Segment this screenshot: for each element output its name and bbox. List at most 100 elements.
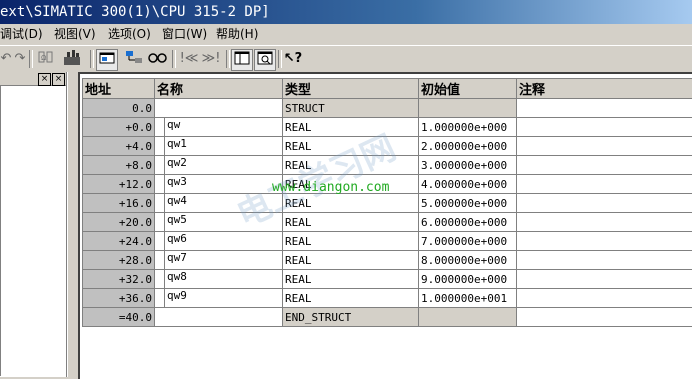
- table-row[interactable]: +4.0qw1REAL2.000000e+000: [83, 137, 692, 156]
- cell-type[interactable]: REAL: [283, 156, 419, 175]
- breakpoint-prev-icon[interactable]: !≪: [178, 49, 200, 69]
- toolbar-separator: [29, 50, 33, 68]
- cell-type[interactable]: REAL: [283, 175, 419, 194]
- cell-type[interactable]: REAL: [283, 118, 419, 137]
- cell-initial-value[interactable]: 5.000000e+000: [419, 194, 517, 213]
- cell-address[interactable]: +28.0: [83, 251, 155, 270]
- cell-name[interactable]: qw6: [155, 232, 283, 251]
- variable-name-text: qw: [167, 118, 180, 131]
- cell-comment[interactable]: [517, 156, 692, 175]
- cell-initial-value[interactable]: 2.000000e+000: [419, 137, 517, 156]
- cell-initial-value[interactable]: 8.000000e+000: [419, 251, 517, 270]
- cell-name[interactable]: qw2: [155, 156, 283, 175]
- cell-name[interactable]: qw9: [155, 289, 283, 308]
- toolbar-separator: [278, 50, 282, 68]
- cell-type[interactable]: STRUCT: [283, 99, 419, 118]
- cell-type[interactable]: REAL: [283, 137, 419, 156]
- cell-type[interactable]: REAL: [283, 232, 419, 251]
- cell-initial-value[interactable]: 1.000000e+000: [419, 118, 517, 137]
- cell-name[interactable]: [155, 308, 283, 327]
- layout-icon[interactable]: [231, 49, 253, 71]
- network-icon[interactable]: [124, 49, 144, 69]
- table-row[interactable]: +16.0qw4REAL5.000000e+000: [83, 194, 692, 213]
- cell-address[interactable]: +20.0: [83, 213, 155, 232]
- table-row[interactable]: +28.0qw7REAL8.000000e+000: [83, 251, 692, 270]
- header-address: 地址: [83, 79, 155, 99]
- cell-comment[interactable]: [517, 175, 692, 194]
- cell-initial-value[interactable]: 6.000000e+000: [419, 213, 517, 232]
- cell-comment[interactable]: [517, 194, 692, 213]
- table-row[interactable]: +8.0qw2REAL3.000000e+000: [83, 156, 692, 175]
- window-icon[interactable]: [96, 49, 118, 71]
- table-row[interactable]: +36.0qw9REAL1.000000e+001: [83, 289, 692, 308]
- table-row[interactable]: +12.0qw3REAL4.000000e+000: [83, 175, 692, 194]
- cell-address[interactable]: =40.0: [83, 308, 155, 327]
- cell-comment[interactable]: [517, 270, 692, 289]
- cell-address[interactable]: +24.0: [83, 232, 155, 251]
- cell-name[interactable]: [155, 99, 283, 118]
- breakpoint-next-icon[interactable]: ≫!: [200, 49, 222, 69]
- table-row[interactable]: +24.0qw6REAL7.000000e+000: [83, 232, 692, 251]
- cell-comment[interactable]: [517, 118, 692, 137]
- cell-address[interactable]: +12.0: [83, 175, 155, 194]
- cell-name[interactable]: qw5: [155, 213, 283, 232]
- cell-initial-value[interactable]: 9.000000e+000: [419, 270, 517, 289]
- table-row[interactable]: +20.0qw5REAL6.000000e+000: [83, 213, 692, 232]
- close-icon[interactable]: ×: [52, 73, 65, 86]
- cell-comment[interactable]: [517, 99, 692, 118]
- zoom-icon[interactable]: [254, 49, 276, 71]
- cell-name[interactable]: qw4: [155, 194, 283, 213]
- cell-comment[interactable]: [517, 213, 692, 232]
- cell-type[interactable]: REAL: [283, 270, 419, 289]
- cell-initial-value[interactable]: [419, 99, 517, 118]
- header-type: 类型: [283, 79, 419, 99]
- cell-name[interactable]: qw1: [155, 137, 283, 156]
- table-row[interactable]: +0.0 qw REAL1.000000e+000: [83, 118, 692, 137]
- restore-icon[interactable]: ×: [38, 73, 51, 86]
- cell-name[interactable]: qw8: [155, 270, 283, 289]
- cell-address[interactable]: +8.0: [83, 156, 155, 175]
- cell-name[interactable]: qw7: [155, 251, 283, 270]
- menu-view[interactable]: 视图(V): [54, 24, 96, 45]
- monitor-icon[interactable]: Ω: [36, 49, 56, 69]
- cell-address[interactable]: +16.0: [83, 194, 155, 213]
- cell-address[interactable]: +36.0: [83, 289, 155, 308]
- cell-type[interactable]: REAL: [283, 213, 419, 232]
- menu-help[interactable]: 帮助(H): [216, 24, 258, 45]
- menu-options[interactable]: 选项(O): [108, 24, 151, 45]
- cell-address[interactable]: 0.0: [83, 99, 155, 118]
- download-icon[interactable]: [60, 49, 86, 69]
- glasses-icon[interactable]: [148, 49, 168, 69]
- cell-type[interactable]: REAL: [283, 194, 419, 213]
- toolbar-separator: [90, 50, 94, 68]
- menu-bar: 调试(D) 视图(V) 选项(O) 窗口(W) 帮助(H): [0, 24, 692, 45]
- table-row[interactable]: +32.0qw8REAL9.000000e+000: [83, 270, 692, 289]
- cell-initial-value[interactable]: 1.000000e+001: [419, 289, 517, 308]
- cell-comment[interactable]: [517, 137, 692, 156]
- cell-name[interactable]: qw3: [155, 175, 283, 194]
- cell-initial-value[interactable]: [419, 308, 517, 327]
- redo-icon[interactable]: ↷: [14, 49, 26, 69]
- cell-comment[interactable]: [517, 232, 692, 251]
- menu-window[interactable]: 窗口(W): [162, 24, 207, 45]
- table-row[interactable]: =40.0 END_STRUCT: [83, 308, 692, 327]
- cell-type[interactable]: REAL: [283, 289, 419, 308]
- header-initial-value: 初始值: [419, 79, 517, 99]
- cell-initial-value[interactable]: 3.000000e+000: [419, 156, 517, 175]
- undo-icon[interactable]: ↶: [0, 49, 12, 69]
- cell-comment[interactable]: [517, 289, 692, 308]
- cell-address[interactable]: +0.0: [83, 118, 155, 137]
- cell-comment[interactable]: [517, 308, 692, 327]
- menu-debug[interactable]: 调试(D): [0, 24, 43, 45]
- cell-name[interactable]: qw: [155, 118, 283, 137]
- help-pointer-icon[interactable]: ↖?: [283, 49, 303, 69]
- cell-address[interactable]: +4.0: [83, 137, 155, 156]
- cell-initial-value[interactable]: 7.000000e+000: [419, 232, 517, 251]
- cell-type[interactable]: END_STRUCT: [283, 308, 419, 327]
- cell-type[interactable]: REAL: [283, 251, 419, 270]
- table-row[interactable]: 0.0 STRUCT: [83, 99, 692, 118]
- cell-initial-value[interactable]: 4.000000e+000: [419, 175, 517, 194]
- cell-comment[interactable]: [517, 251, 692, 270]
- header-comment: 注释: [517, 79, 692, 99]
- cell-address[interactable]: +32.0: [83, 270, 155, 289]
